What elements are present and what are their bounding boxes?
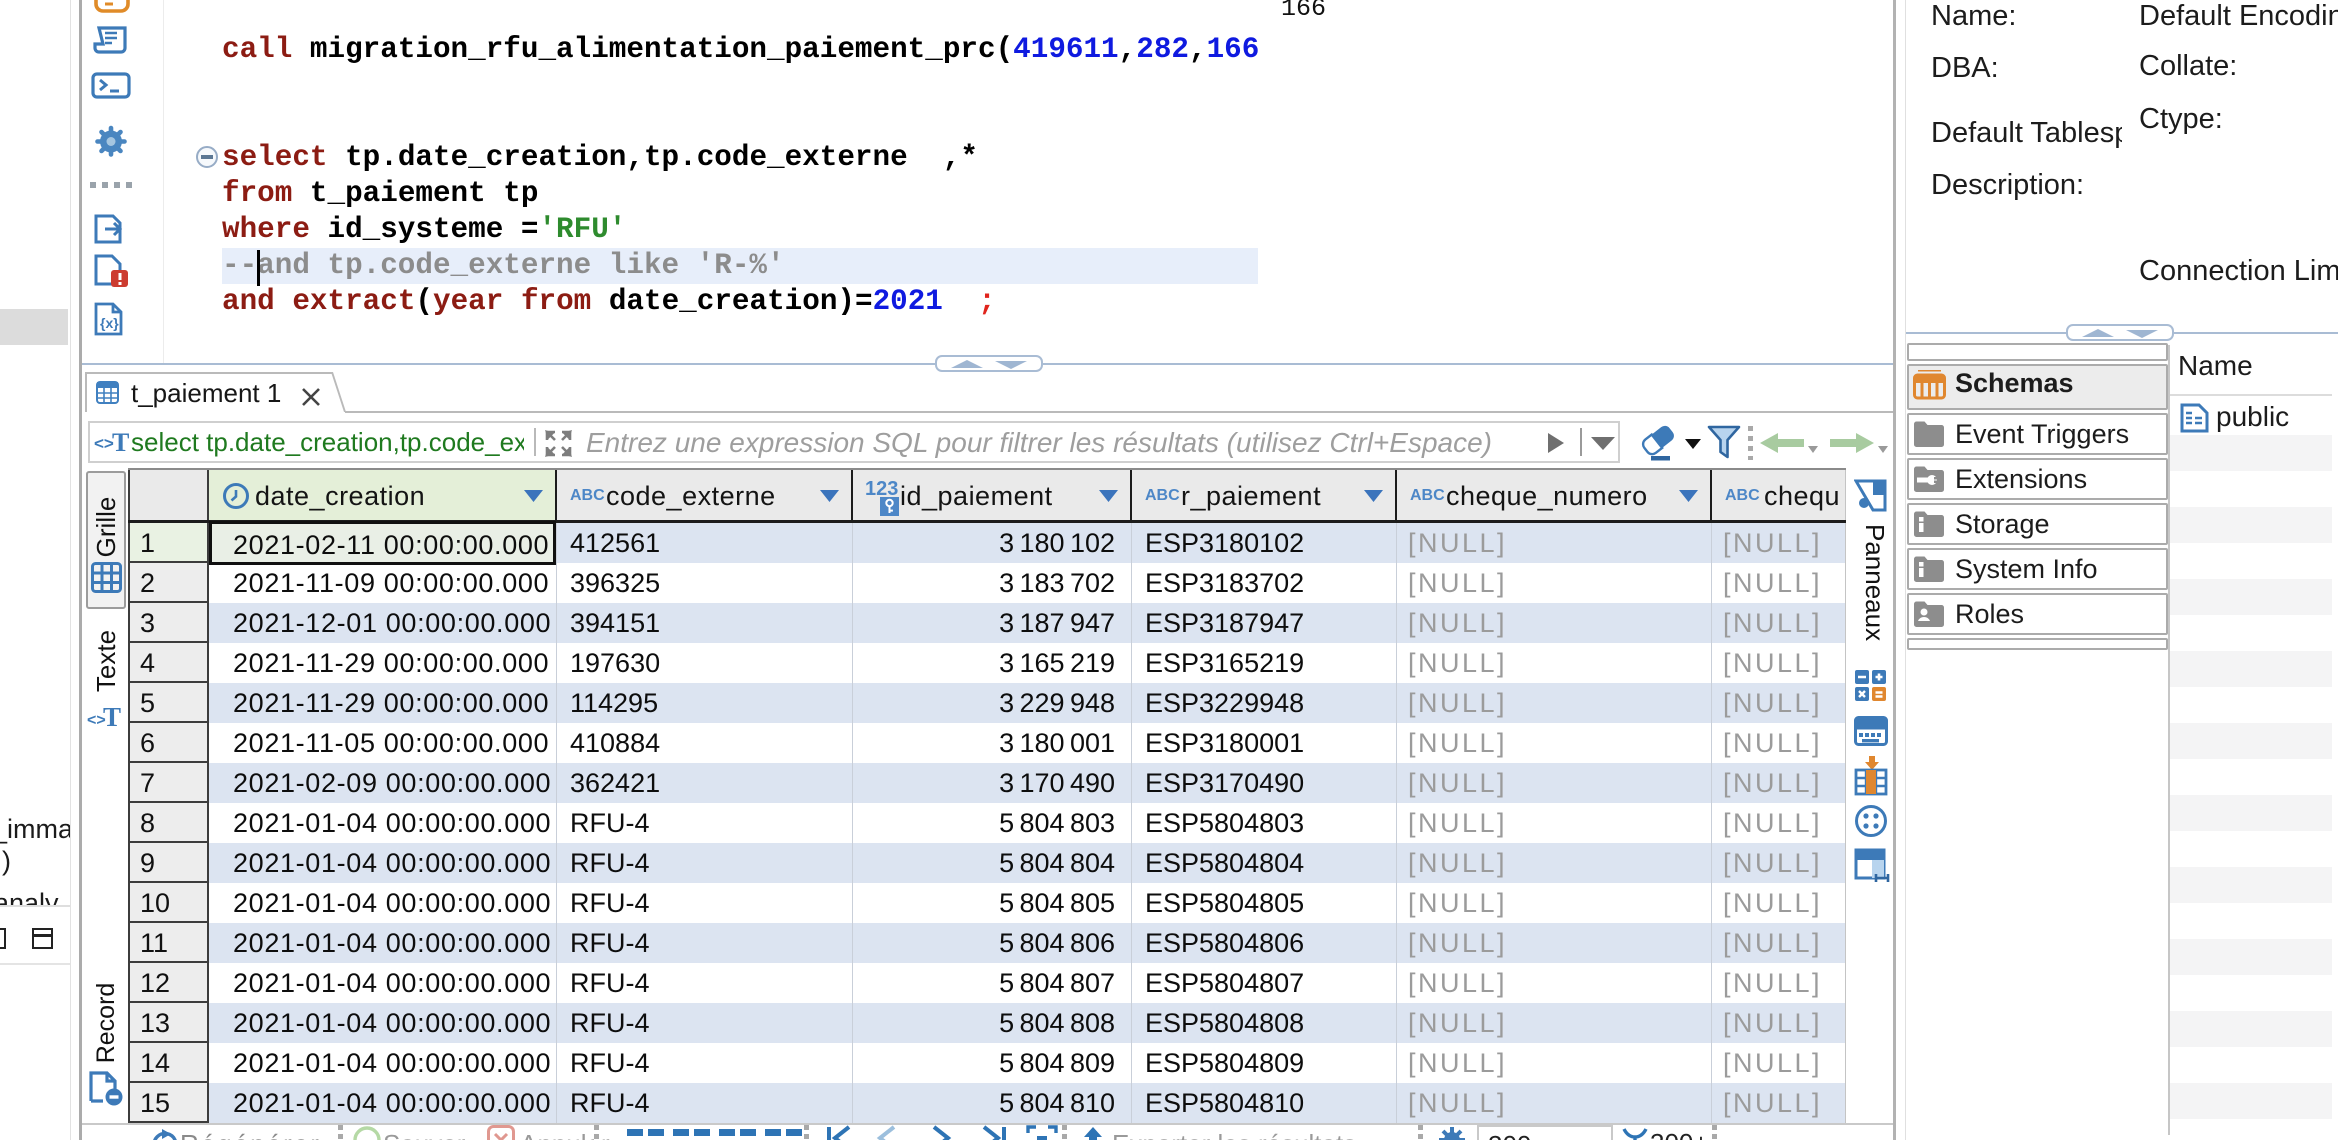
svg-text:{x}: {x} — [100, 315, 119, 331]
